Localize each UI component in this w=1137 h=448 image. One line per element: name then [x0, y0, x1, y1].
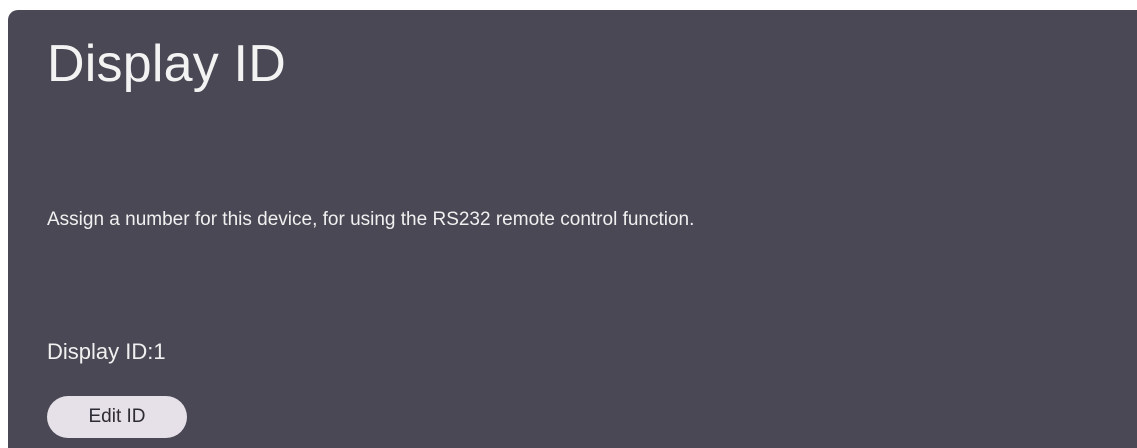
page-title: Display ID	[47, 35, 286, 93]
description-text: Assign a number for this device, for usi…	[47, 209, 695, 230]
display-id-panel: Display ID Assign a number for this devi…	[8, 10, 1137, 448]
edit-id-button[interactable]: Edit ID	[47, 396, 187, 438]
display-id-value: Display ID:1	[47, 339, 166, 364]
